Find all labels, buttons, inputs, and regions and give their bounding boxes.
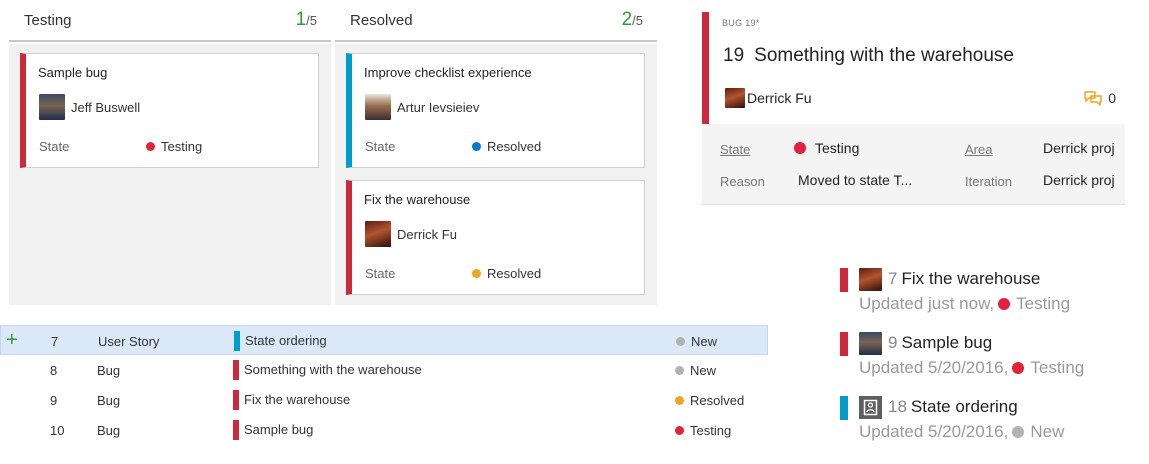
row-id: 8 (50, 363, 58, 378)
row-type: User Story (98, 334, 160, 349)
bug-color-bar (840, 332, 848, 356)
row-title[interactable]: State ordering (234, 331, 327, 351)
iteration-field[interactable]: Derrick proj (1043, 172, 1115, 188)
comment-count: 0 (1108, 90, 1116, 106)
table-row[interactable]: 8 Bug Something with the warehouse New (0, 355, 768, 385)
row-state: New (675, 363, 716, 378)
column-wip-count: 2/5 (621, 9, 643, 30)
state-value: Testing (161, 139, 203, 154)
row-title[interactable]: Fix the warehouse (233, 390, 350, 410)
unassigned-user-icon (859, 396, 882, 419)
avatar (39, 94, 65, 120)
state-dot-icon (675, 366, 684, 375)
area-field-label: Area (965, 142, 993, 157)
state-field-label: State (720, 142, 751, 157)
state-value: Resolved (487, 139, 542, 154)
state-dot-icon (1012, 362, 1025, 374)
state-field-value: Testing (815, 140, 860, 156)
comment-icon (1084, 90, 1102, 106)
state-dot-icon (675, 396, 684, 405)
story-color-bar (840, 396, 848, 420)
column-title: Testing (24, 11, 72, 29)
column-header-resolved[interactable]: Resolved 2/5 (335, 0, 657, 42)
state-dot-icon (472, 142, 481, 151)
state-dot-icon (998, 298, 1011, 310)
table-row[interactable]: 9 Bug Fix the warehouse Resolved (0, 385, 768, 415)
card-state[interactable]: Resolved (472, 266, 541, 281)
card-title[interactable]: Improve checklist experience (364, 65, 532, 80)
area-field[interactable]: Derrick proj (1043, 140, 1115, 156)
state-dot-icon (472, 269, 481, 278)
state-dot-icon (676, 337, 685, 346)
comments-button[interactable]: 0 (1084, 90, 1116, 106)
work-item-form: BUG 19* 19 Something with the warehouse D… (702, 12, 1125, 205)
recent-item-title[interactable]: 18 State ordering (888, 397, 1018, 417)
card-state[interactable]: Resolved (472, 139, 541, 154)
recent-item-status: Updated 5/20/2016, New (859, 422, 1065, 441)
state-dot-icon (794, 142, 806, 154)
row-id: 9 (50, 393, 58, 408)
iteration-field-label: Iteration (965, 174, 1012, 189)
row-title[interactable]: Something with the warehouse (233, 360, 422, 380)
avatar (365, 94, 391, 120)
row-state: Testing (675, 423, 731, 438)
card-assignee[interactable]: Artur Ievsieiev (365, 94, 479, 120)
column-wip-count: 1/5 (295, 9, 317, 30)
row-id: 7 (51, 334, 59, 349)
table-row[interactable]: 10 Bug Sample bug Testing (0, 415, 768, 445)
state-field[interactable]: Testing (794, 140, 859, 156)
card-sample-bug[interactable]: Sample bug Jeff Buswell State Testing (20, 53, 319, 168)
state-dot-icon (1012, 426, 1025, 438)
avatar (725, 88, 745, 108)
state-dot-icon (675, 426, 684, 435)
work-item-title[interactable]: 19 Something with the warehouse (723, 45, 1014, 67)
assignee-name: Jeff Buswell (71, 99, 141, 115)
column-header-testing[interactable]: Testing 1/5 (9, 0, 331, 42)
row-type: Bug (97, 393, 121, 408)
card-fix-warehouse[interactable]: Fix the warehouse Derrick Fu State Resol… (346, 180, 645, 295)
avatar (365, 221, 391, 247)
column-body-resolved: Improve checklist experience Artur Ievsi… (335, 44, 657, 305)
avatar (859, 332, 882, 355)
assigned-to-name: Derrick Fu (747, 90, 812, 106)
card-title[interactable]: Fix the warehouse (364, 192, 470, 207)
recent-item-status: Updated just now, Testing (859, 294, 1071, 313)
card-improve-checklist[interactable]: Improve checklist experience Artur Ievsi… (346, 53, 645, 168)
card-assignee[interactable]: Jeff Buswell (39, 94, 140, 120)
row-type: Bug (97, 363, 121, 378)
assignee-name: Artur Ievsieiev (397, 99, 480, 115)
row-state: New (676, 334, 717, 349)
reason-field-label: Reason (720, 174, 765, 189)
work-item-header: BUG 19* 19 Something with the warehouse D… (702, 12, 1125, 124)
recent-item-title[interactable]: 7 Fix the warehouse (888, 269, 1040, 289)
recent-item-status: Updated 5/20/2016, Testing (859, 358, 1085, 377)
card-state-label: State (365, 266, 396, 281)
work-item-fields: State Testing Reason Moved to state T...… (702, 124, 1125, 205)
state-value: Resolved (487, 266, 542, 281)
column-body-testing: Sample bug Jeff Buswell State Testing (9, 44, 331, 305)
state-dot-icon (146, 142, 155, 151)
work-item-title-text: Something with the warehouse (754, 45, 1014, 66)
work-item-type-label: BUG 19* (722, 18, 760, 28)
row-title[interactable]: Sample bug (233, 420, 313, 440)
work-item-id: 19 (723, 45, 745, 66)
assignee-name: Derrick Fu (397, 226, 457, 242)
assigned-to-field[interactable]: Derrick Fu (725, 88, 812, 108)
row-state: Resolved (675, 393, 744, 408)
card-state-label: State (39, 139, 70, 154)
row-id: 10 (50, 423, 65, 438)
column-title: Resolved (350, 11, 413, 29)
reason-field[interactable]: Moved to state T... (798, 172, 912, 188)
card-title[interactable]: Sample bug (38, 65, 107, 80)
row-type: Bug (97, 423, 121, 438)
avatar (859, 268, 882, 291)
bug-color-bar (840, 268, 848, 292)
card-state-label: State (365, 139, 396, 154)
card-state[interactable]: Testing (146, 139, 202, 154)
card-assignee[interactable]: Derrick Fu (365, 221, 457, 247)
table-row[interactable]: + 7 User Story State ordering New (0, 325, 768, 355)
add-child-icon[interactable]: + (6, 329, 18, 351)
recent-item-title[interactable]: 9 Sample bug (888, 333, 992, 353)
